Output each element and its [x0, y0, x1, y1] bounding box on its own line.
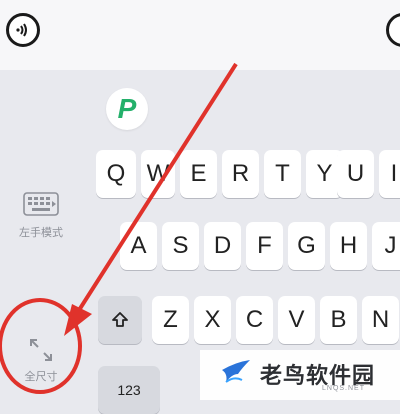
key-s[interactable]: S — [162, 222, 199, 270]
key-t[interactable]: T — [264, 150, 301, 198]
keyboard-icon[interactable] — [23, 192, 59, 216]
app-logo: P — [106, 88, 148, 130]
key-j[interactable]: J — [372, 222, 400, 270]
expand-arrows-icon[interactable] — [27, 336, 55, 364]
key-b[interactable]: B — [320, 296, 357, 344]
numbers-key[interactable]: 123 — [98, 366, 160, 414]
key-d[interactable]: D — [204, 222, 241, 270]
key-a[interactable]: A — [120, 222, 157, 270]
key-i[interactable]: I — [379, 150, 400, 198]
shift-key[interactable] — [98, 296, 142, 344]
key-u[interactable]: U — [337, 150, 374, 198]
key-q[interactable]: Q — [96, 150, 136, 198]
key-n[interactable]: N — [362, 296, 399, 344]
key-r[interactable]: R — [222, 150, 259, 198]
shift-arrow-icon — [112, 312, 128, 327]
bird-logo-icon — [222, 360, 250, 383]
watermark-subtitle: LNQS.NET — [322, 385, 366, 392]
candidate-input-strip — [0, 0, 400, 71]
key-c[interactable]: C — [236, 296, 273, 344]
key-g[interactable]: G — [288, 222, 325, 270]
key-e[interactable]: E — [180, 150, 217, 198]
key-x[interactable]: X — [194, 296, 231, 344]
voice-input-button[interactable] — [6, 13, 40, 47]
key-w[interactable]: W — [141, 150, 175, 198]
key-v[interactable]: V — [278, 296, 315, 344]
left-hand-mode-label[interactable]: 左手模式 — [10, 224, 72, 240]
full-size-label[interactable]: 全尺寸 — [12, 368, 70, 384]
key-f[interactable]: F — [246, 222, 283, 270]
key-z[interactable]: Z — [152, 296, 189, 344]
key-h[interactable]: H — [330, 222, 367, 270]
voice-wave-icon — [16, 23, 27, 37]
watermark: 老鸟软件园 LNQS.NET — [200, 350, 400, 400]
app-logo-mark: P — [117, 93, 137, 124]
